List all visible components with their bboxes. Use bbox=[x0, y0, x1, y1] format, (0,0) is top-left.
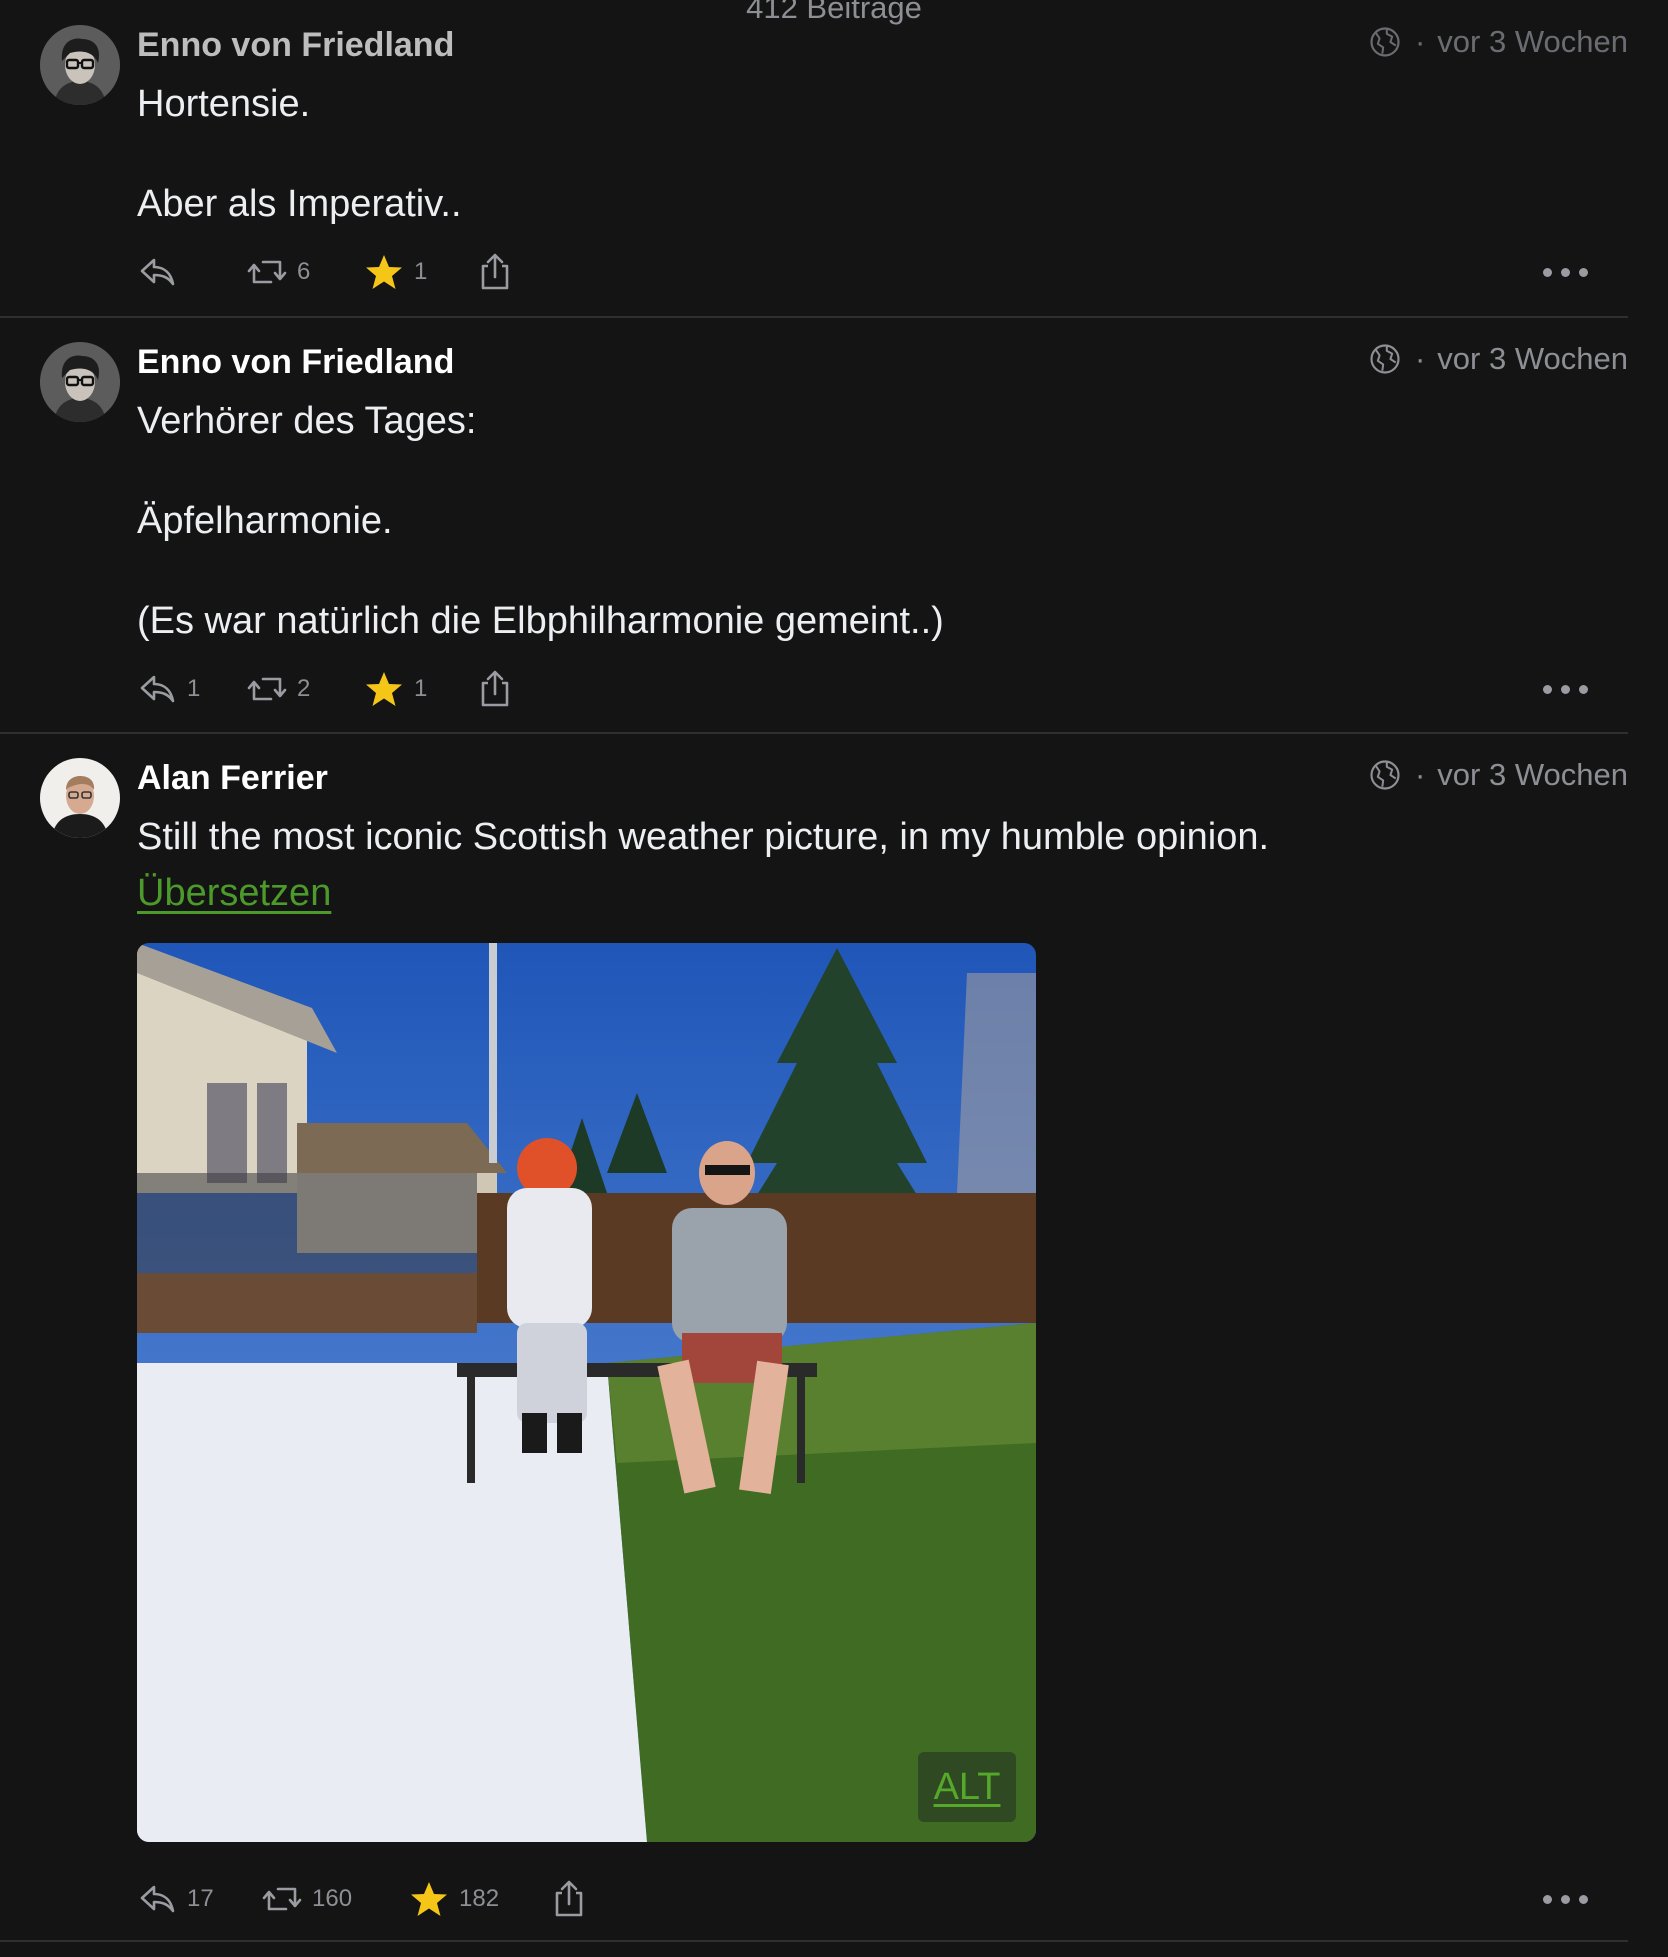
divider bbox=[0, 316, 1628, 318]
reply-icon bbox=[137, 252, 177, 292]
more-dot-icon bbox=[1543, 267, 1552, 277]
star-icon bbox=[364, 252, 404, 292]
attached-photo bbox=[137, 943, 1036, 1842]
action-bar: 6 1 bbox=[137, 247, 1588, 297]
meta-separator: · bbox=[1414, 757, 1426, 792]
content-paragraph: Verhörer des Tages: bbox=[137, 400, 477, 442]
more-dot-icon bbox=[1561, 1894, 1570, 1904]
display-name[interactable]: Enno von Friedland bbox=[137, 26, 454, 65]
post-count: 412 Beiträge bbox=[746, 0, 922, 25]
more-dot-icon bbox=[1561, 267, 1570, 277]
more-dot-icon bbox=[1561, 684, 1570, 694]
content-paragraph: (Es war natürlich die Elbphilharmonie ge… bbox=[137, 600, 944, 642]
avatar[interactable] bbox=[40, 342, 120, 422]
boost-button[interactable]: 6 bbox=[247, 247, 310, 297]
reply-icon bbox=[137, 669, 177, 709]
action-bar: 17 160 182 bbox=[137, 1874, 1588, 1924]
favourite-button[interactable]: 1 bbox=[364, 664, 427, 714]
avatar[interactable] bbox=[40, 25, 120, 105]
timestamp[interactable]: vor 3 Wochen bbox=[1437, 757, 1628, 793]
share-icon bbox=[549, 1879, 589, 1919]
divider bbox=[0, 732, 1628, 734]
content-paragraph: Äpfelharmonie. bbox=[137, 500, 393, 542]
favourite-count: 1 bbox=[414, 675, 428, 702]
action-bar: 1 2 1 bbox=[137, 664, 1588, 714]
status-content: Hortensie. Aber als Imperativ.. bbox=[137, 79, 1588, 229]
share-button[interactable] bbox=[475, 247, 515, 297]
star-icon bbox=[364, 669, 404, 709]
share-button[interactable] bbox=[475, 664, 515, 714]
favourite-button[interactable]: 1 bbox=[364, 247, 427, 297]
alt-badge[interactable]: ALT bbox=[918, 1752, 1016, 1822]
status-content: Still the most iconic Scottish weather p… bbox=[137, 812, 1588, 862]
reply-button[interactable]: 1 bbox=[137, 664, 200, 714]
status-meta: · vor 3 Wochen bbox=[1367, 24, 1628, 60]
boost-icon bbox=[262, 1879, 302, 1919]
status-content: Verhörer des Tages: Äpfelharmonie. (Es w… bbox=[137, 396, 1588, 646]
favourite-count: 182 bbox=[459, 1885, 500, 1912]
divider bbox=[0, 1940, 1628, 1942]
avatar-image bbox=[40, 342, 120, 422]
more-options-button[interactable] bbox=[1543, 664, 1588, 714]
status-meta: · vor 3 Wochen bbox=[1367, 341, 1628, 377]
boost-count: 2 bbox=[297, 675, 311, 702]
content-paragraph: Hortensie. bbox=[137, 83, 311, 125]
boost-button[interactable]: 2 bbox=[247, 664, 310, 714]
avatar-image bbox=[40, 25, 120, 105]
more-dot-icon bbox=[1579, 267, 1588, 277]
more-dot-icon bbox=[1579, 684, 1588, 694]
globe-icon bbox=[1367, 757, 1403, 793]
meta-separator: · bbox=[1414, 24, 1426, 59]
reply-icon bbox=[137, 1879, 177, 1919]
globe-icon bbox=[1367, 341, 1403, 377]
timestamp[interactable]: vor 3 Wochen bbox=[1437, 24, 1628, 60]
timestamp[interactable]: vor 3 Wochen bbox=[1437, 341, 1628, 377]
more-options-button[interactable] bbox=[1543, 247, 1588, 297]
more-options-button[interactable] bbox=[1543, 1874, 1588, 1924]
reply-count: 1 bbox=[187, 675, 201, 702]
share-button[interactable] bbox=[549, 1874, 589, 1924]
share-icon bbox=[475, 669, 515, 709]
reply-button[interactable] bbox=[137, 247, 187, 297]
avatar-image bbox=[40, 758, 120, 838]
more-dot-icon bbox=[1543, 684, 1552, 694]
share-icon bbox=[475, 252, 515, 292]
translate-link[interactable]: Übersetzen bbox=[137, 872, 331, 915]
boost-icon bbox=[247, 252, 287, 292]
reply-button[interactable]: 17 bbox=[137, 1874, 214, 1924]
meta-separator: · bbox=[1414, 341, 1426, 376]
boost-button[interactable]: 160 bbox=[262, 1874, 352, 1924]
content-paragraph: Aber als Imperativ.. bbox=[137, 183, 462, 225]
boost-count: 6 bbox=[297, 258, 311, 285]
globe-icon bbox=[1367, 24, 1403, 60]
media-attachment[interactable]: ALT bbox=[137, 943, 1036, 1842]
more-dot-icon bbox=[1579, 1894, 1588, 1904]
content-paragraph: Still the most iconic Scottish weather p… bbox=[137, 816, 1270, 858]
reply-count: 17 bbox=[187, 1885, 214, 1912]
more-dot-icon bbox=[1543, 1894, 1552, 1904]
favourite-button[interactable]: 182 bbox=[409, 1874, 499, 1924]
star-icon bbox=[409, 1879, 449, 1919]
boost-count: 160 bbox=[312, 1885, 353, 1912]
status-meta: · vor 3 Wochen bbox=[1367, 757, 1628, 793]
boost-icon bbox=[247, 669, 287, 709]
display-name[interactable]: Enno von Friedland bbox=[137, 343, 454, 382]
display-name[interactable]: Alan Ferrier bbox=[137, 759, 328, 798]
favourite-count: 1 bbox=[414, 258, 428, 285]
avatar[interactable] bbox=[40, 758, 120, 838]
